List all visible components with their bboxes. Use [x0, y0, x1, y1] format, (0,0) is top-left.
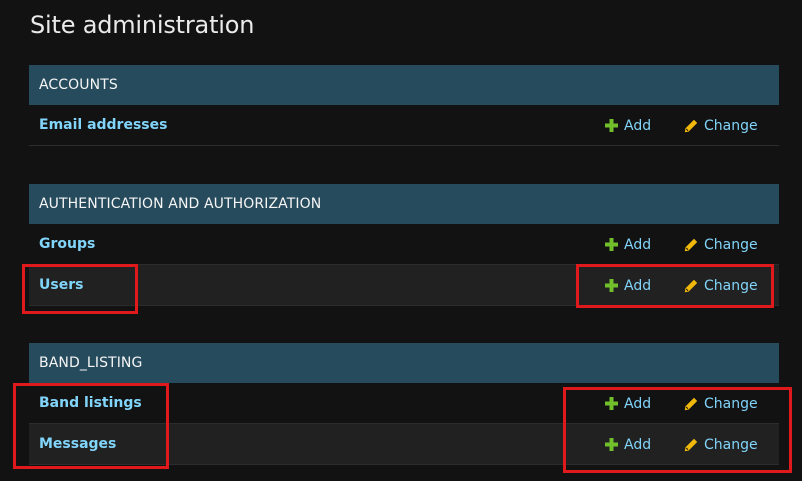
- add-button-groups[interactable]: Add: [605, 224, 651, 265]
- change-button-messages[interactable]: Change: [684, 424, 758, 465]
- pencil-icon: [684, 279, 698, 293]
- add-label: Add: [624, 436, 652, 453]
- module-band-listing: BAND_LISTING Band listings Add Change Me…: [29, 343, 779, 465]
- model-row-messages: Messages Add Change: [29, 424, 779, 465]
- module-header-authentication-and-authorization[interactable]: AUTHENTICATION AND AUTHORIZATION: [29, 184, 779, 224]
- model-link-email-addresses[interactable]: Email addresses: [39, 105, 167, 146]
- model-row-users: Users Add Change: [29, 265, 779, 306]
- model-row-band-listings: Band listings Add Change: [29, 383, 779, 424]
- change-label: Change: [704, 277, 758, 294]
- change-button-groups[interactable]: Change: [684, 224, 758, 265]
- change-button-email-addresses[interactable]: Change: [684, 105, 758, 146]
- add-label: Add: [624, 117, 652, 134]
- pencil-icon: [684, 438, 698, 452]
- model-row-email-addresses: Email addresses Add Change: [29, 105, 779, 146]
- change-button-users[interactable]: Change: [684, 265, 758, 306]
- pencil-icon: [684, 119, 698, 133]
- model-link-messages[interactable]: Messages: [39, 424, 116, 465]
- module-header-accounts[interactable]: ACCOUNTS: [29, 65, 779, 105]
- model-row-groups: Groups Add Change: [29, 224, 779, 265]
- plus-icon: [605, 238, 618, 251]
- change-label: Change: [704, 117, 758, 134]
- add-label: Add: [624, 395, 652, 412]
- change-label: Change: [704, 395, 758, 412]
- plus-icon: [605, 119, 618, 132]
- add-button-users[interactable]: Add: [605, 265, 651, 306]
- add-button-messages[interactable]: Add: [605, 424, 651, 465]
- module-header-band-listing[interactable]: BAND_LISTING: [29, 343, 779, 383]
- plus-icon: [605, 397, 618, 410]
- add-label: Add: [624, 236, 652, 253]
- add-button-band-listings[interactable]: Add: [605, 383, 651, 424]
- add-label: Add: [624, 277, 652, 294]
- add-button-email-addresses[interactable]: Add: [605, 105, 651, 146]
- model-link-band-listings[interactable]: Band listings: [39, 383, 142, 424]
- pencil-icon: [684, 397, 698, 411]
- plus-icon: [605, 279, 618, 292]
- module-authentication-and-authorization: AUTHENTICATION AND AUTHORIZATION Groups …: [29, 184, 779, 306]
- module-accounts: ACCOUNTS Email addresses Add Change: [29, 65, 779, 146]
- model-link-users[interactable]: Users: [39, 265, 83, 306]
- change-button-band-listings[interactable]: Change: [684, 383, 758, 424]
- plus-icon: [605, 438, 618, 451]
- model-link-groups[interactable]: Groups: [39, 224, 95, 265]
- change-label: Change: [704, 436, 758, 453]
- change-label: Change: [704, 236, 758, 253]
- page-title: Site administration: [30, 11, 255, 39]
- pencil-icon: [684, 238, 698, 252]
